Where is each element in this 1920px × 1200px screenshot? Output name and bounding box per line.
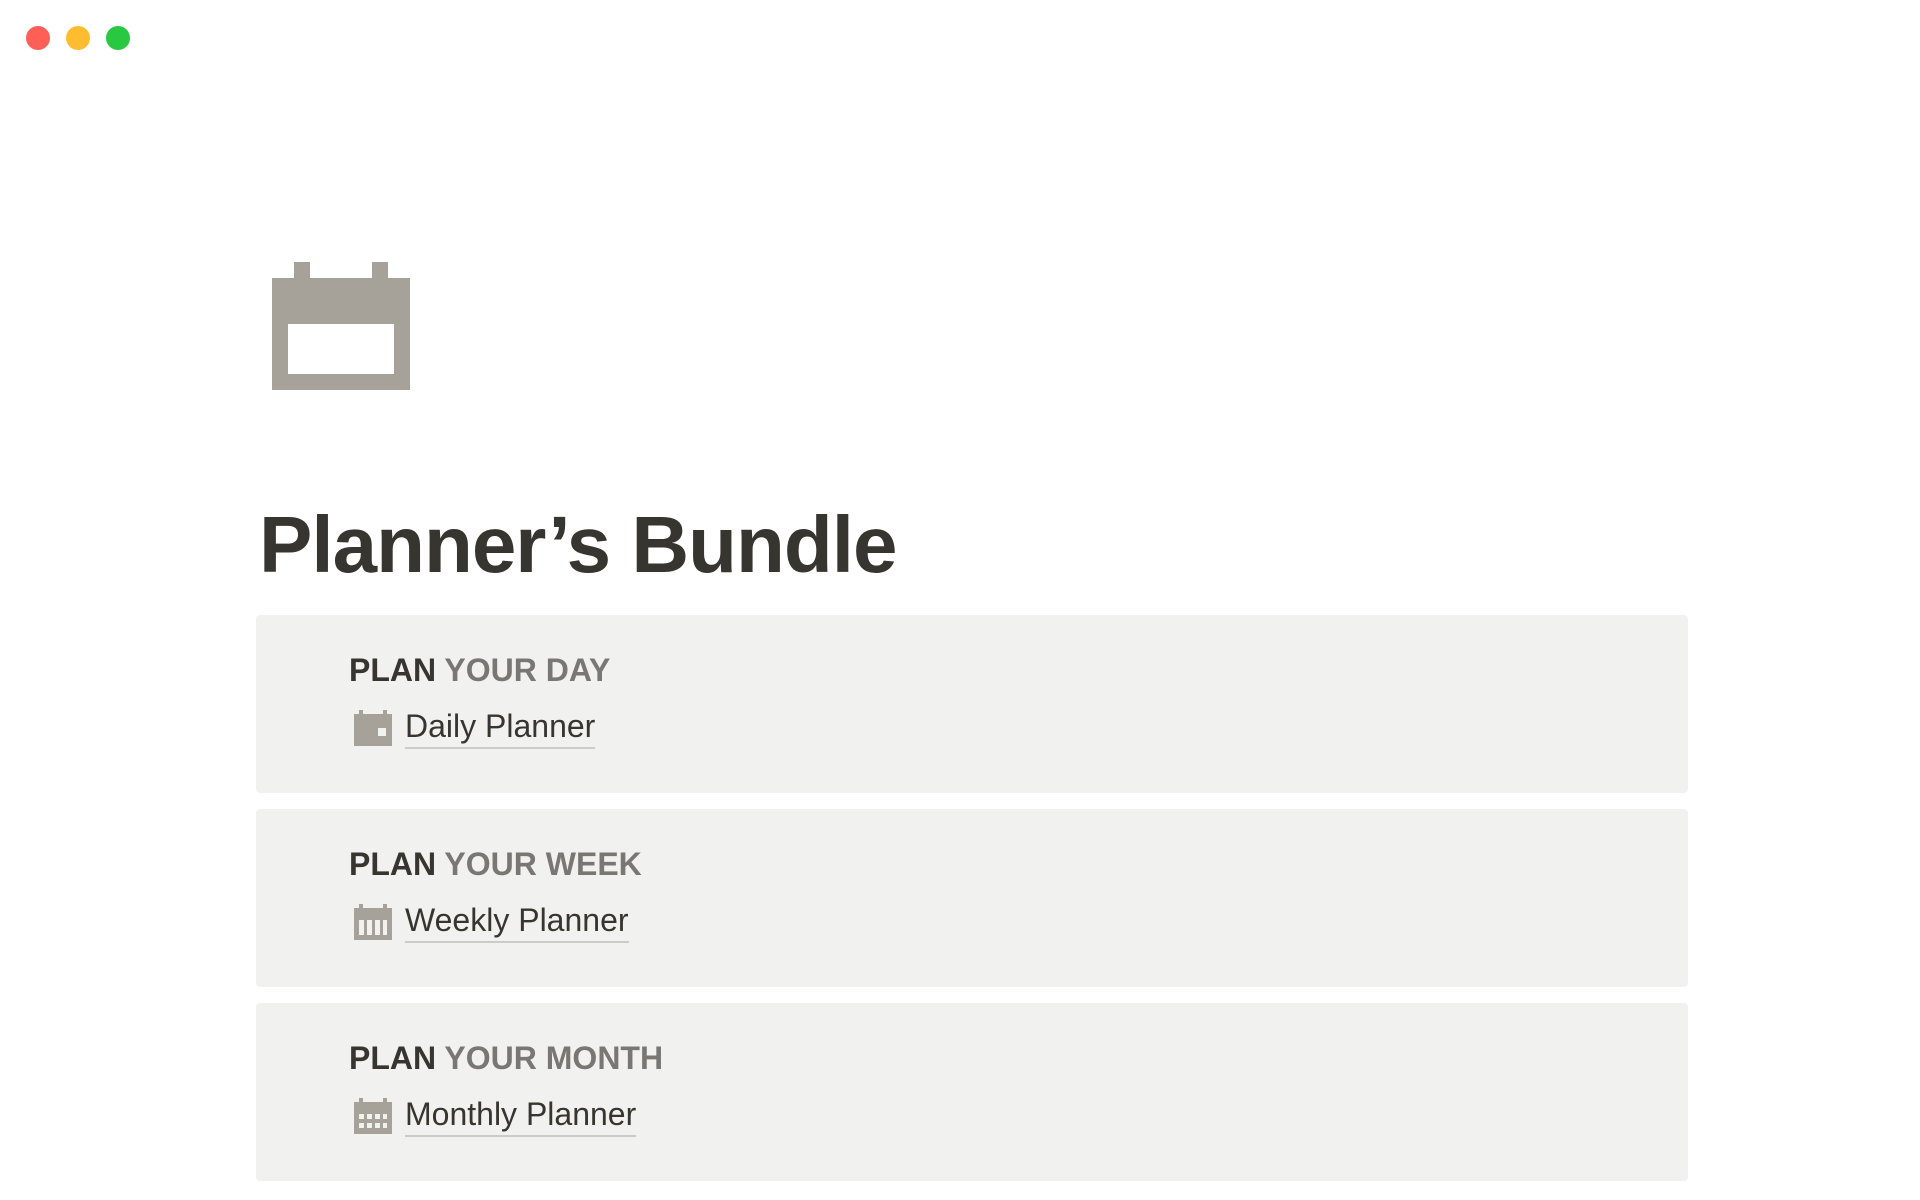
monthly-calendar-icon xyxy=(354,1097,392,1134)
heading-primary: PLAN xyxy=(349,652,437,688)
heading-primary: PLAN xyxy=(349,846,437,882)
callout-plan-day: PLAN YOUR DAY Daily Planner xyxy=(256,615,1688,793)
callout-plan-week: PLAN YOUR WEEK Weekly Planner xyxy=(256,809,1688,987)
minimize-window-button[interactable] xyxy=(66,26,90,50)
link-label[interactable]: Weekly Planner xyxy=(405,900,629,943)
weekly-calendar-icon xyxy=(354,903,392,940)
daily-calendar-icon xyxy=(354,709,392,746)
link-label[interactable]: Monthly Planner xyxy=(405,1094,637,1137)
weekly-planner-link[interactable]: Weekly Planner xyxy=(349,900,1688,943)
window-controls xyxy=(26,26,130,50)
heading-secondary: YOUR WEEK xyxy=(444,846,642,882)
callout-list: PLAN YOUR DAY Daily Planner PLAN YOUR WE… xyxy=(256,615,1688,1197)
callout-plan-month: PLAN YOUR MONTH Monthly Planner xyxy=(256,1003,1688,1181)
heading-primary: PLAN xyxy=(349,1040,437,1076)
daily-planner-link[interactable]: Daily Planner xyxy=(349,706,1688,749)
page-title: Planner’s Bundle xyxy=(259,500,897,589)
callout-heading: PLAN YOUR DAY xyxy=(349,650,1688,690)
heading-secondary: YOUR DAY xyxy=(444,652,611,688)
callout-heading: PLAN YOUR MONTH xyxy=(349,1038,1688,1078)
close-window-button[interactable] xyxy=(26,26,50,50)
monthly-planner-link[interactable]: Monthly Planner xyxy=(349,1094,1688,1137)
zoom-window-button[interactable] xyxy=(106,26,130,50)
heading-secondary: YOUR MONTH xyxy=(444,1040,664,1076)
app-window: Planner’s Bundle PLAN YOUR DAY Daily Pla… xyxy=(0,0,1920,1200)
callout-heading: PLAN YOUR WEEK xyxy=(349,844,1688,884)
link-label[interactable]: Daily Planner xyxy=(405,706,596,749)
calendar-icon[interactable] xyxy=(272,262,410,390)
